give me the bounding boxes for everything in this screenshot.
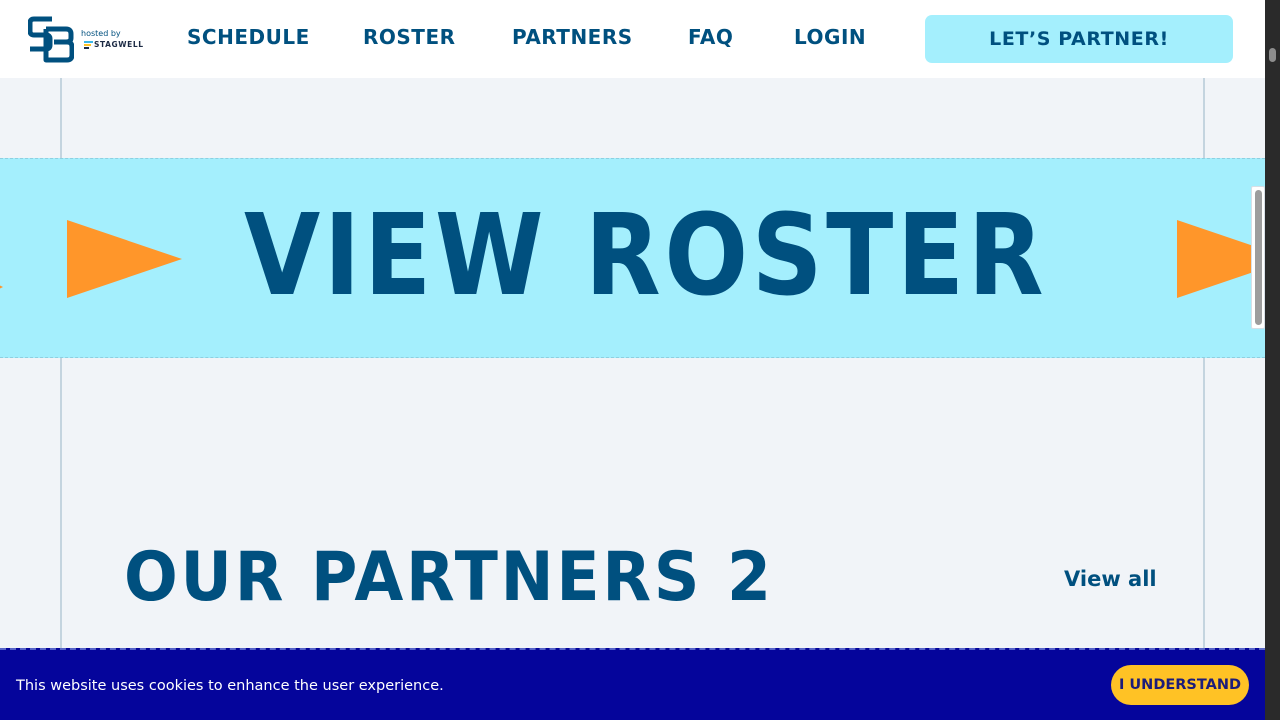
view-all-link[interactable]: View all	[1064, 565, 1157, 593]
hosted-by-label: hosted by	[81, 29, 121, 38]
site-header: hosted by STAGWELL SCHEDULE ROSTER PARTN…	[0, 0, 1265, 78]
page-scrollbar-thumb[interactable]	[1269, 48, 1276, 62]
cookie-banner: This website uses cookies to enhance the…	[0, 648, 1265, 720]
play-arrow-icon	[0, 281, 3, 293]
marquee-scrollbar-thumb[interactable]	[1255, 190, 1262, 325]
nav-schedule[interactable]: SCHEDULE	[187, 24, 310, 50]
view-roster-link[interactable]: VIEW ROSTER	[244, 191, 1047, 321]
lets-partner-button[interactable]: LET’S PARTNER!	[925, 15, 1233, 63]
nav-login[interactable]: LOGIN	[794, 24, 866, 50]
nav-partners[interactable]: PARTNERS	[512, 24, 633, 50]
logo-link[interactable]: hosted by STAGWELL	[28, 15, 146, 63]
stagwell-wordmark: STAGWELL	[94, 40, 144, 49]
nav-roster[interactable]: ROSTER	[363, 24, 456, 50]
sb-logo-icon	[28, 16, 74, 63]
cookie-message: This website uses cookies to enhance the…	[16, 678, 444, 694]
page-scrollbar[interactable]	[1265, 0, 1280, 720]
accept-cookies-button[interactable]: I UNDERSTAND	[1111, 665, 1249, 705]
partners-section-title: OUR PARTNERS 2	[124, 538, 774, 617]
play-arrow-icon	[67, 220, 182, 298]
nav-faq[interactable]: FAQ	[688, 24, 733, 50]
marquee-scrollbar[interactable]	[1251, 186, 1265, 329]
view-roster-marquee[interactable]: VIEW ROSTER	[0, 158, 1265, 358]
stagwell-logo-icon	[84, 41, 93, 49]
